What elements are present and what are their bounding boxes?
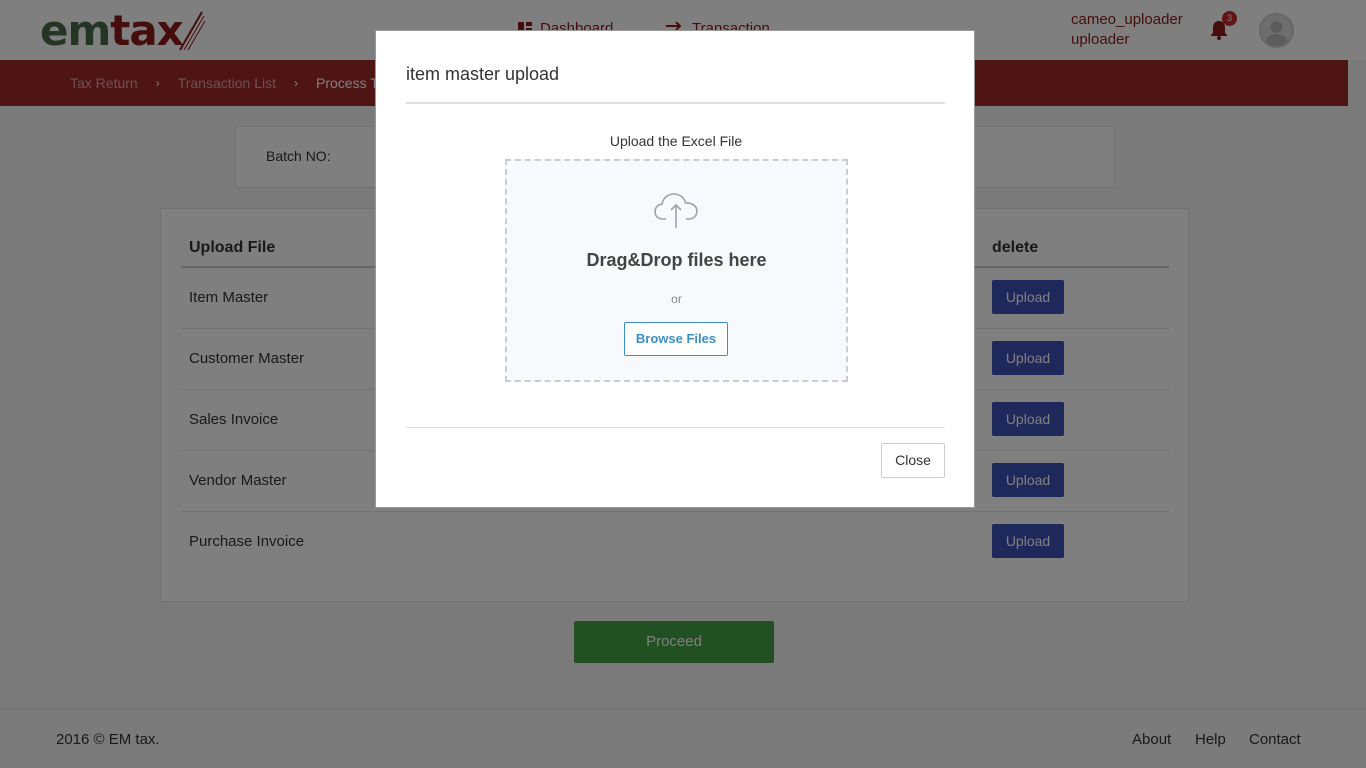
dropzone-heading: Drag&Drop files here [586, 250, 767, 270]
cloud-upload-icon [654, 193, 698, 228]
browse-files-button[interactable]: Browse Files [624, 322, 728, 356]
file-dropzone[interactable]: Drag&Drop files here or Browse Files [505, 159, 848, 382]
upload-modal: item master upload Upload the Excel File… [375, 30, 975, 508]
close-button[interactable]: Close [881, 443, 945, 478]
dropzone-or: or [671, 292, 682, 306]
modal-header-divider [406, 102, 945, 104]
upload-instruction: Upload the Excel File [609, 133, 743, 149]
modal-title: item master upload [406, 64, 560, 84]
modal-footer-divider [406, 427, 945, 428]
